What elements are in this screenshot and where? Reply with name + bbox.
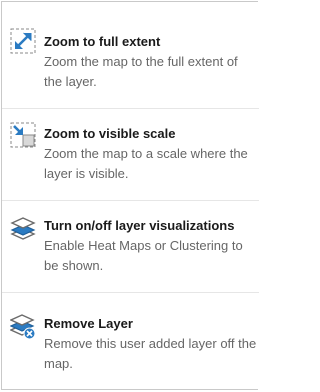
- menu-item-description: Remove this user added layer off the map…: [44, 336, 257, 371]
- menu-item-title: Zoom to full extent: [44, 34, 161, 49]
- menu-item-description: Zoom the map to a scale where the layer …: [44, 146, 248, 181]
- divider: [2, 292, 259, 293]
- menu-item-title: Remove Layer: [44, 316, 133, 331]
- menu-item-title: Zoom to visible scale: [44, 126, 176, 141]
- layer-visualizations-icon: [10, 216, 36, 242]
- menu-item-zoom-visible-scale[interactable]: Zoom to visible scale Zoom the map to a …: [2, 116, 259, 196]
- menu-item-description: Enable Heat Maps or Clustering to be sho…: [44, 238, 243, 273]
- menu-item-layer-visualizations[interactable]: Turn on/off layer visualizations Enable …: [2, 208, 259, 288]
- menu-item-description: Zoom the map to the full extent of the l…: [44, 54, 238, 89]
- divider: [2, 200, 259, 201]
- menu-item-zoom-full-extent[interactable]: Zoom to full extent Zoom the map to the …: [2, 24, 259, 104]
- zoom-full-extent-icon: [10, 28, 36, 54]
- zoom-visible-scale-icon: [10, 122, 36, 148]
- layer-context-menu: Zoom to full extent Zoom the map to the …: [1, 1, 259, 390]
- menu-item-remove-layer[interactable]: Remove Layer Remove this user added laye…: [2, 306, 259, 386]
- menu-item-title: Turn on/off layer visualizations: [44, 218, 235, 233]
- divider: [2, 108, 259, 109]
- remove-layer-icon: [10, 314, 36, 340]
